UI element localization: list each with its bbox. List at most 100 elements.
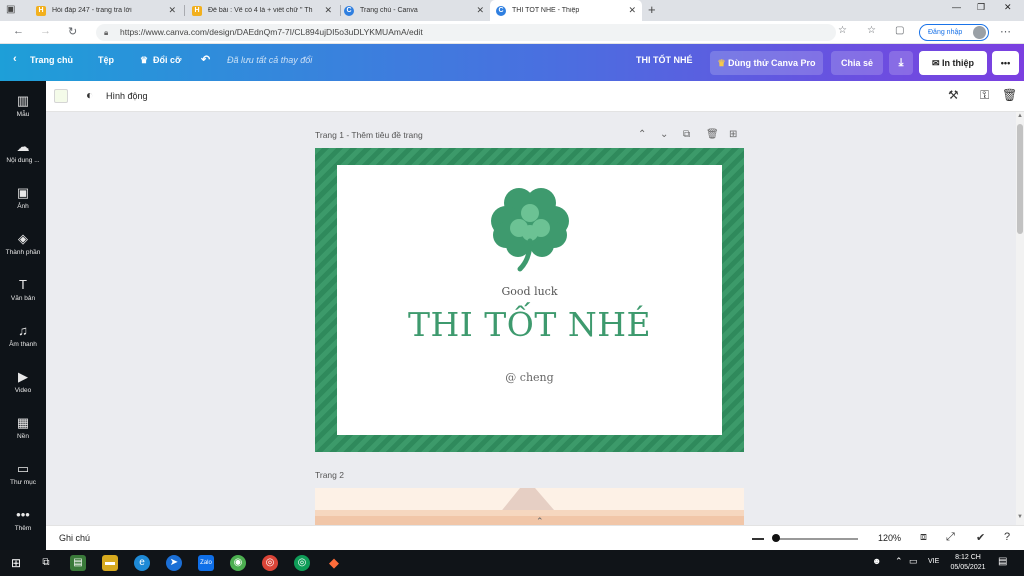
back-arrow-icon[interactable]: ← [13,25,24,37]
file-explorer-icon[interactable]: ▬ [102,555,118,571]
resize-button[interactable]: Đổi cỡ [153,55,181,65]
greeting-card-page-2[interactable] [315,488,744,525]
undo-icon[interactable]: ↶ [201,53,210,66]
system-clock[interactable]: 8:12 CH 05/05/2021 [944,553,992,573]
tab-actions-icon[interactable]: ▣ [6,4,15,15]
greeting-card-page-1[interactable]: Good luck THI TỐT NHÉ @ cheng [315,148,744,452]
card-subtitle-text[interactable]: Good luck [337,285,722,298]
chevron-left-icon[interactable]: ‹ [13,53,17,65]
telegram-icon[interactable]: ➤ [166,555,182,571]
file-menu[interactable]: Tệp [98,55,114,65]
language-indicator[interactable]: VIE [928,558,939,565]
zoom-level[interactable]: 120% [878,533,901,543]
browser-tab-2[interactable]: H Đề bài : Vẽ cỏ 4 lá + viết chữ " Th ✕ [186,0,338,21]
chevron-up-icon[interactable]: ⌃ [638,129,646,140]
download-icon[interactable]: ⤓ [889,51,913,75]
chrome-icon[interactable]: ◎ [262,555,278,571]
window-close-icon[interactable]: ✕ [1004,2,1012,13]
coc-coc-icon[interactable]: ◉ [230,555,246,571]
check-icon[interactable]: ✔ [976,531,985,544]
sidebar-item-background[interactable]: ▦ Nền [0,415,46,440]
sidebar-item-text[interactable]: T Văn bản [0,277,46,302]
more-options-icon[interactable]: ••• [992,51,1019,75]
chrome-profile-icon[interactable]: ◎ [294,555,310,571]
browser-tab-1[interactable]: H Hỏi đáp 247 - trang tra lời ✕ [30,0,182,21]
card-author-text[interactable]: @ cheng [337,371,722,384]
close-icon[interactable]: ✕ [168,5,176,16]
edge-browser-icon[interactable]: e [134,555,150,571]
notes-button[interactable]: Ghi chú [59,533,90,543]
add-page-icon[interactable]: ⊞ [729,129,737,140]
sidebar-item-elements[interactable]: ◈ Thành phần [0,231,46,256]
task-view-icon[interactable]: ⧉ [38,555,54,571]
scroll-down-icon[interactable]: ▼ [1017,514,1023,520]
sidebar-item-more[interactable]: ••• Thêm [0,507,46,532]
notification-icon[interactable]: ▤ [998,556,1007,567]
windows-start-icon[interactable]: ⊞ [8,555,24,571]
login-button[interactable]: Đăng nhập [919,24,989,41]
workspace-scrollbar[interactable]: ▲ ▼ [1016,112,1024,525]
card-title-text[interactable]: THI TỐT NHÉ [337,305,722,344]
background-color-swatch[interactable] [54,89,68,103]
save-status: Đã lưu tất cả thay đổi [227,55,313,65]
more-icon: ••• [16,507,30,522]
animation-icon[interactable]: ◐ [86,88,93,102]
calculator-icon[interactable]: ▤ [70,555,86,571]
browser-tab-4[interactable]: C THI TỐT NHÉ - Thiệp ✕ [490,0,642,21]
favorites-icon[interactable]: ☆ [867,25,876,36]
lock-icon[interactable]: ⚿ [980,88,989,103]
page-count-icon[interactable]: ⧈ [920,531,927,544]
new-tab-icon[interactable]: + [648,2,656,17]
add-favorite-icon[interactable]: ☆ [838,25,847,36]
share-button[interactable]: Chia sẻ [831,51,883,75]
sidebar-item-templates[interactable]: ▥ Mẫu [0,93,46,118]
sidebar-item-audio[interactable]: ♫ Âm thanh [0,323,46,348]
help-icon[interactable]: ? [1004,531,1010,543]
restore-icon[interactable]: ❐ [977,2,985,13]
crown-icon: ♛ [717,58,726,68]
chevron-down-icon[interactable]: ⌄ [660,129,668,140]
elements-icon: ◈ [18,231,28,246]
avatar [973,26,986,39]
zoom-slider-handle[interactable] [772,534,780,542]
print-card-button[interactable]: ✉ In thiệp [919,51,987,75]
home-link[interactable]: Trang chủ [30,55,73,65]
browser-menu-icon[interactable]: ⋯ [1000,25,1011,38]
trash-icon[interactable]: 🗑︎ [1002,88,1017,102]
sidebar-item-uploads[interactable]: ☁ Nội dung ... [0,139,46,164]
tab-favicon-icon: C [496,5,506,16]
tab-title: Đề bài : Vẽ cỏ 4 lá + viết chữ " Th [208,7,313,14]
delete-page-icon[interactable]: 🗑︎ [706,129,719,140]
tray-chevron-icon[interactable]: ⌃ [895,556,903,567]
reload-icon[interactable]: ↻ [68,25,77,38]
minimize-icon[interactable]: — [952,2,961,12]
forward-arrow-icon[interactable]: → [40,25,51,37]
sidebar-item-video[interactable]: ▶ Video [0,369,46,394]
page-2-label[interactable]: Trang 2 [315,470,344,480]
scrollbar-thumb[interactable] [1017,124,1023,234]
shamrock-icon[interactable] [486,183,574,273]
sidebar-item-folders[interactable]: ▭ Thư mục [0,461,46,486]
chevron-up-icon[interactable]: ⌃ [536,516,544,525]
collections-icon[interactable]: ▢ [895,25,904,36]
duplicate-page-icon[interactable]: ⧉ [683,129,690,140]
app-drop-icon[interactable]: ◆ [326,555,342,571]
fullscreen-icon[interactable]: ⤢ [946,531,955,544]
zoom-out-icon[interactable] [752,538,764,540]
zoom-slider[interactable] [774,538,858,540]
try-pro-button[interactable]: ♛ Dùng thử Canva Pro [710,51,823,75]
zalo-icon[interactable]: Zalo [198,555,214,571]
scroll-up-icon[interactable]: ▲ [1017,113,1023,119]
sidebar-item-photos[interactable]: ▣ Ảnh [0,185,46,210]
paint-roller-icon[interactable]: ⚒ [948,88,959,102]
url-input[interactable]: 🔒︎ https://www.canva.com/design/DAEdnQm7… [96,24,836,41]
close-icon[interactable]: ✕ [324,5,332,16]
close-icon[interactable]: ✕ [476,5,484,16]
close-icon[interactable]: ✕ [628,5,636,16]
page-1-label[interactable]: Trang 1 - Thêm tiêu đề trang [315,130,423,140]
design-title[interactable]: THI TỐT NHÉ [636,55,693,65]
people-icon[interactable]: ☻ [872,556,881,566]
browser-tab-3[interactable]: C Trang chủ - Canva ✕ [338,0,490,21]
animation-button[interactable]: Hình động [106,91,148,101]
network-icon[interactable]: ▭ [909,556,918,567]
